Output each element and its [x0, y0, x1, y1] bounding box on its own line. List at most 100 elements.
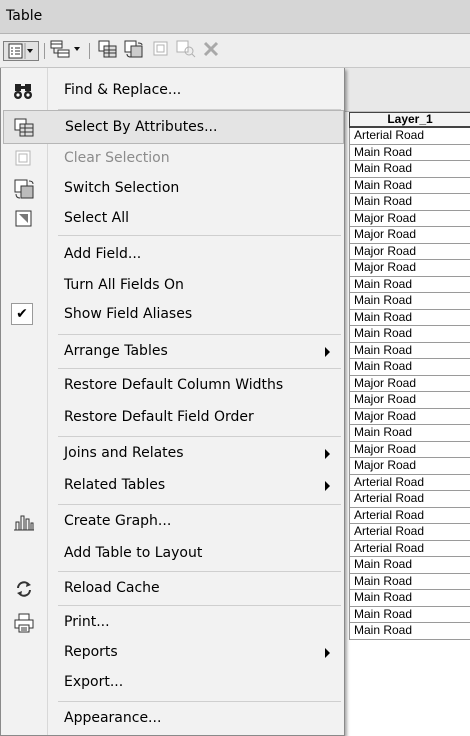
table-row[interactable]: Main Road [349, 144, 470, 161]
menu-item-print[interactable]: Print... [3, 606, 344, 640]
menu-item-show-field-aliases[interactable]: ✔ Show Field Aliases [3, 298, 344, 332]
table-row[interactable]: Arterial Road [349, 474, 470, 491]
submenu-arrow-icon [325, 449, 330, 459]
menu-item-label: Clear Selection [64, 150, 170, 166]
table-row[interactable]: Main Road [349, 194, 470, 211]
menu-item-label: Joins and Relates [64, 445, 184, 461]
menu-item-label: Show Field Aliases [64, 306, 193, 322]
menu-item-label: Appearance... [64, 710, 162, 726]
table-options-icon [8, 42, 34, 60]
table-row[interactable]: Main Road [349, 557, 470, 574]
column-header-layer-1[interactable]: Layer_1 [349, 112, 470, 128]
table-window: Table Layer_1 Arterial Road Main Road Ma… [0, 0, 470, 736]
menu-item-restore-default-column-widths[interactable]: Restore Default Column Widths [3, 369, 344, 403]
table-row[interactable]: Major Road [349, 210, 470, 227]
menu-item-export[interactable]: Export... [3, 666, 344, 700]
table-row[interactable]: Main Road [349, 425, 470, 442]
menu-item-label: Reload Cache [64, 580, 160, 596]
submenu-arrow-icon [325, 481, 330, 491]
delete-selected-toolbar-button[interactable] [201, 41, 221, 61]
switch-selection-toolbar-button[interactable] [123, 40, 145, 62]
menu-item-label: Turn All Fields On [64, 277, 184, 293]
table-row[interactable]: Main Road [349, 161, 470, 178]
switch-selection-icon [13, 179, 35, 199]
related-tables-icon [50, 40, 84, 62]
menu-item-select-all[interactable]: Select All [3, 202, 344, 236]
clear-selection-toolbar-button[interactable] [151, 41, 171, 61]
menu-item-label: Add Field... [64, 246, 142, 262]
table-row[interactable]: Major Road [349, 392, 470, 409]
table-row[interactable]: Main Road [349, 177, 470, 194]
menu-item-label: Select By Attributes... [65, 119, 218, 135]
clear-selection-icon [13, 149, 35, 169]
menu-item-label: Create Graph... [64, 513, 172, 529]
menu-item-select-by-attributes[interactable]: Select By Attributes... [3, 110, 344, 144]
menu-item-label: Related Tables [64, 477, 166, 493]
menu-item-label: Export... [64, 674, 124, 690]
menu-item-label: Select All [64, 210, 129, 226]
table-row[interactable]: Main Road [349, 342, 470, 359]
table-row[interactable]: Main Road [349, 359, 470, 376]
zoom-selected-toolbar-button[interactable] [175, 40, 197, 62]
table-toolbar [0, 34, 470, 68]
menu-item-find-replace[interactable]: Find & Replace... [3, 74, 344, 108]
table-row[interactable]: Major Road [349, 243, 470, 260]
table-row[interactable]: Major Road [349, 441, 470, 458]
menu-item-label: Find & Replace... [64, 82, 182, 98]
menu-item-create-graph[interactable]: Create Graph... [3, 505, 344, 539]
menu-item-arrange-tables[interactable]: Arrange Tables [3, 335, 344, 369]
menu-item-reports[interactable]: Reports [3, 636, 344, 670]
table-options-button[interactable] [3, 41, 39, 61]
menu-item-label: Add Table to Layout [64, 545, 203, 561]
table-row[interactable]: Arterial Road [349, 524, 470, 541]
window-title: Table [6, 8, 43, 24]
table-rows: Arterial Road Main Road Main Road Main Road… [349, 128, 470, 640]
menu-item-clear-selection[interactable]: Clear Selection [3, 142, 344, 176]
table-row[interactable]: Main Road [349, 590, 470, 607]
reload-icon [13, 579, 35, 599]
menu-separator [58, 235, 341, 236]
table-row[interactable]: Major Road [349, 375, 470, 392]
submenu-arrow-icon [325, 648, 330, 658]
switch-selection-icon [124, 40, 144, 62]
menu-item-label: Reports [64, 644, 118, 660]
table-row[interactable]: Main Road [349, 309, 470, 326]
zoom-selected-icon [176, 40, 196, 62]
menu-item-restore-default-field-order[interactable]: Restore Default Field Order [3, 401, 344, 435]
table-row[interactable]: Major Road [349, 408, 470, 425]
menu-item-add-field[interactable]: Add Field... [3, 238, 344, 272]
table-row[interactable]: Arterial Road [349, 507, 470, 524]
delete-selected-icon [203, 41, 219, 61]
table-row[interactable]: Main Road [349, 606, 470, 623]
table-row[interactable]: Main Road [349, 326, 470, 343]
attribute-table: Layer_1 Arterial Road Main Road Main Road M… [349, 112, 470, 736]
table-options-menu: Find & Replace... Select By Attributes..… [0, 68, 345, 736]
menu-item-label: Arrange Tables [64, 343, 168, 359]
select-by-attributes-toolbar-button[interactable] [97, 40, 119, 62]
related-tables-button[interactable] [50, 40, 84, 62]
menu-item-related-tables[interactable]: Related Tables [3, 469, 344, 503]
checkmark-icon: ✔ [11, 303, 33, 325]
table-row[interactable]: Arterial Road [349, 491, 470, 508]
table-row[interactable]: Main Road [349, 293, 470, 310]
select-by-attributes-icon [98, 40, 118, 62]
menu-item-appearance[interactable]: Appearance... [3, 702, 344, 736]
select-all-icon [13, 209, 35, 229]
menu-item-switch-selection[interactable]: Switch Selection [3, 172, 344, 206]
table-row[interactable]: Arterial Road [349, 128, 470, 145]
menu-item-add-table-to-layout[interactable]: Add Table to Layout [3, 537, 344, 571]
table-row[interactable]: Arterial Road [349, 540, 470, 557]
printer-icon [13, 613, 35, 633]
menu-item-reload-cache[interactable]: Reload Cache [3, 572, 344, 606]
table-row[interactable]: Major Road [349, 458, 470, 475]
menu-item-label: Restore Default Field Order [64, 409, 254, 425]
submenu-arrow-icon [325, 347, 330, 357]
menu-item-label: Switch Selection [64, 180, 180, 196]
menu-item-label: Restore Default Column Widths [64, 377, 284, 393]
table-row[interactable]: Main Road [349, 623, 470, 640]
table-row[interactable]: Major Road [349, 227, 470, 244]
table-row[interactable]: Main Road [349, 573, 470, 590]
table-row[interactable]: Major Road [349, 260, 470, 277]
menu-item-joins-and-relates[interactable]: Joins and Relates [3, 437, 344, 471]
table-row[interactable]: Main Road [349, 276, 470, 293]
